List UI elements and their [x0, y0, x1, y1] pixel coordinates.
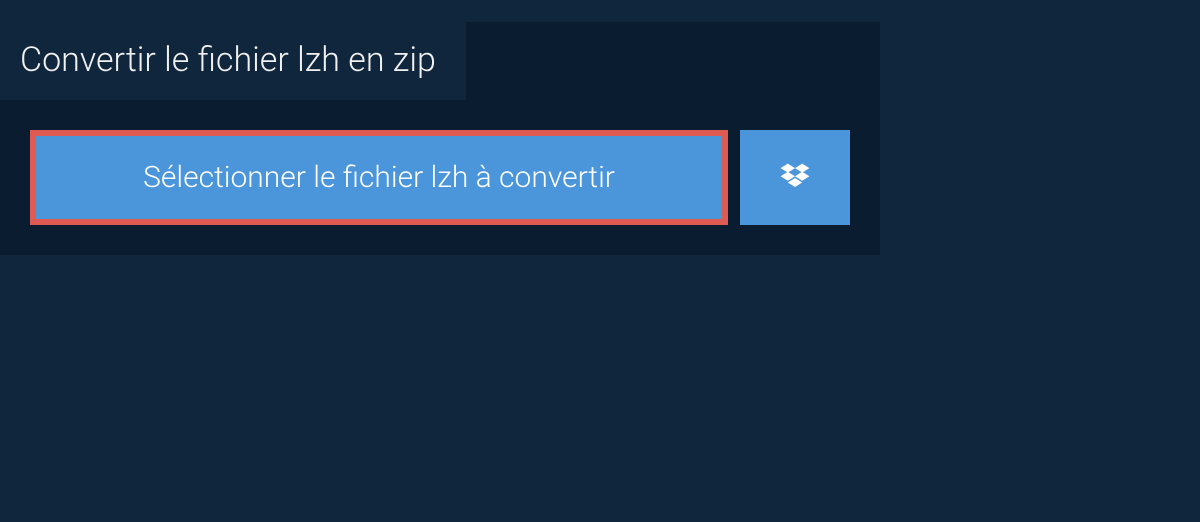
converter-panel: Convertir le fichier lzh en zip Sélectio… — [0, 22, 880, 255]
dropbox-icon — [777, 160, 813, 196]
select-file-label: Sélectionner le fichier lzh à convertir — [143, 160, 615, 195]
dropbox-button[interactable] — [740, 130, 850, 225]
page-title: Convertir le fichier lzh en zip — [0, 22, 466, 100]
buttons-row: Sélectionner le fichier lzh à convertir — [0, 100, 880, 255]
select-file-button[interactable]: Sélectionner le fichier lzh à convertir — [30, 130, 728, 225]
